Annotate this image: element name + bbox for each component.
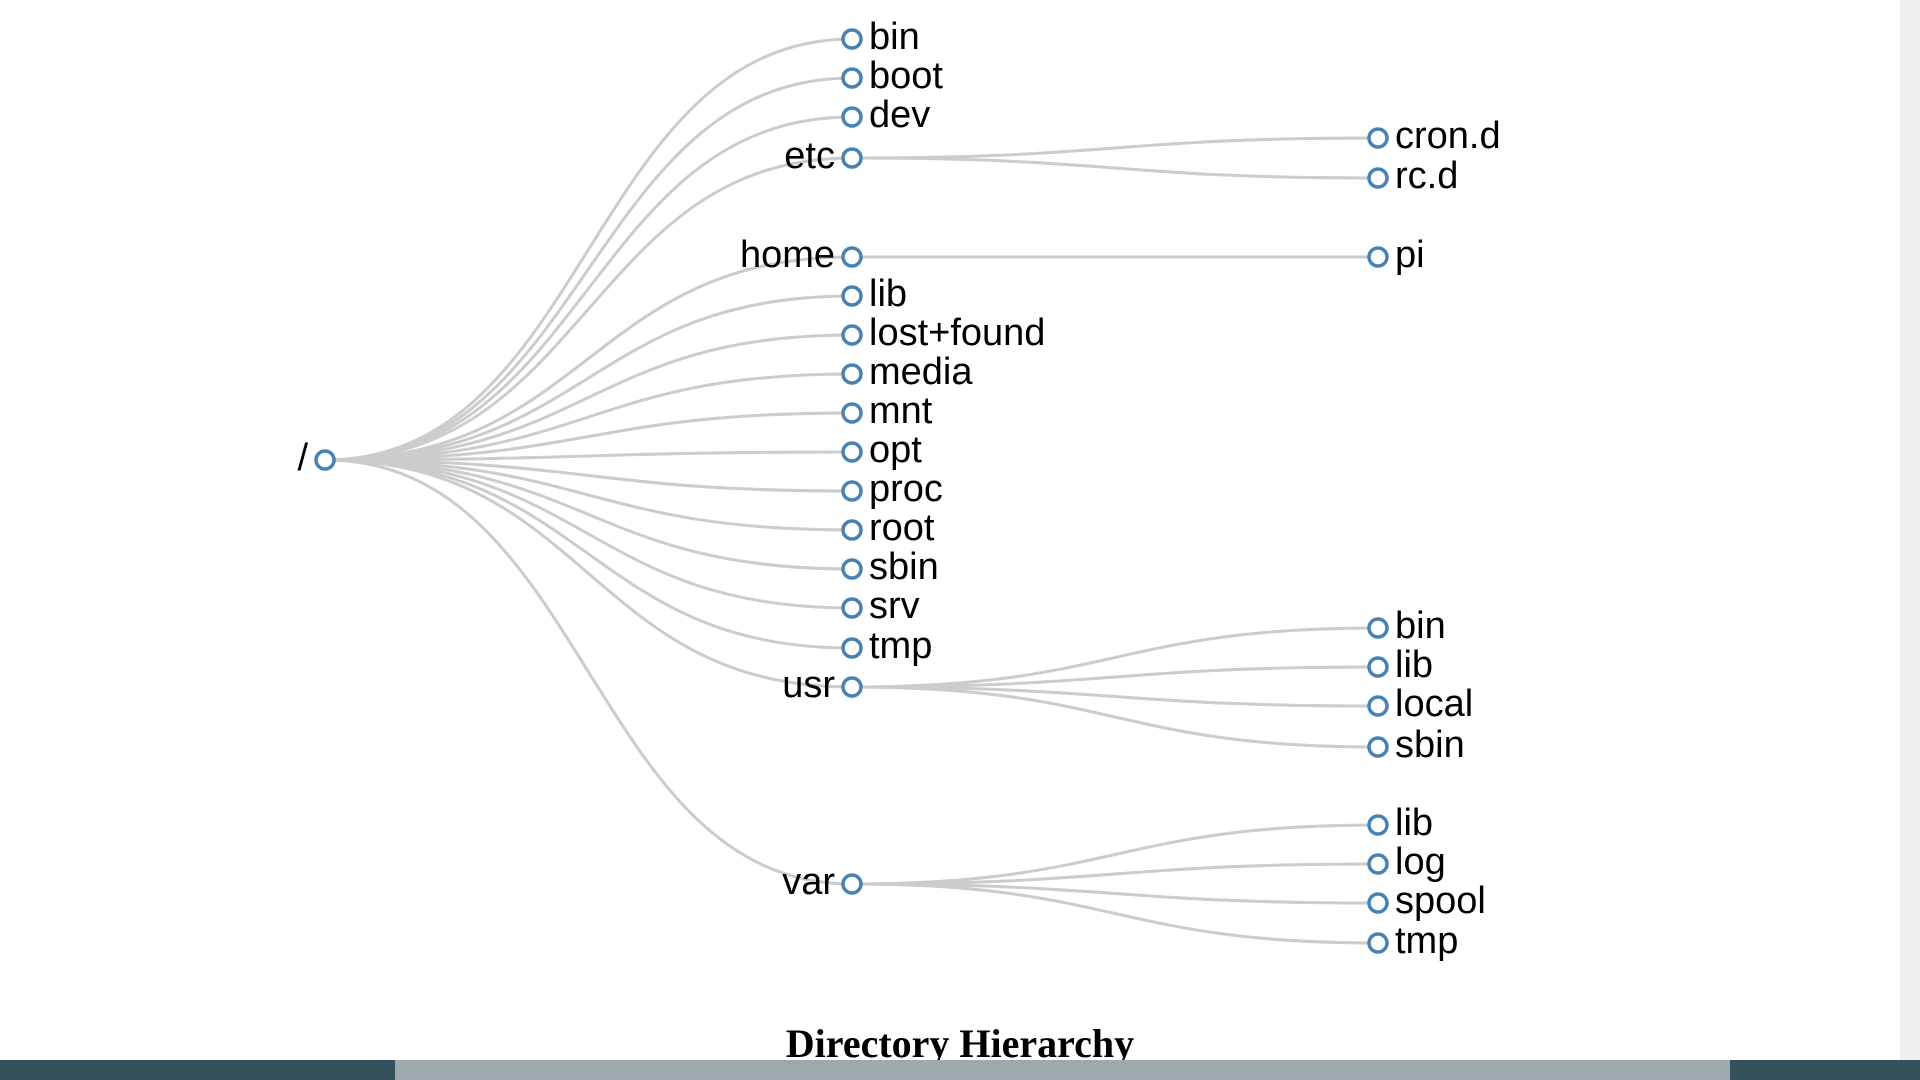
node-circle-icon bbox=[1369, 619, 1387, 637]
node-circle-icon bbox=[843, 560, 861, 578]
tree-node-root[interactable]: root bbox=[843, 507, 935, 549]
node-label: / bbox=[297, 437, 308, 479]
node-circle-icon bbox=[843, 875, 861, 893]
tree-node-srv[interactable]: srv bbox=[843, 585, 920, 627]
node-label: lib bbox=[1395, 644, 1433, 686]
tree-link bbox=[325, 460, 852, 530]
directory-tree[interactable]: /binbootdevetccron.drc.dhomepiliblost+fo… bbox=[0, 0, 1920, 1080]
node-circle-icon bbox=[1369, 169, 1387, 187]
tree-node-lib[interactable]: lib bbox=[1369, 644, 1433, 686]
node-circle-icon bbox=[843, 149, 861, 167]
node-circle-icon bbox=[843, 108, 861, 126]
tree-node-lib[interactable]: lib bbox=[1369, 802, 1433, 844]
node-circle-icon bbox=[843, 248, 861, 266]
node-label: root bbox=[869, 507, 935, 549]
tree-link bbox=[325, 460, 852, 608]
node-circle-icon bbox=[1369, 816, 1387, 834]
node-label: mnt bbox=[869, 390, 933, 432]
node-circle-icon bbox=[843, 443, 861, 461]
node-circle-icon bbox=[843, 326, 861, 344]
node-label: usr bbox=[782, 664, 835, 706]
node-circle-icon bbox=[843, 69, 861, 87]
tree-node-log[interactable]: log bbox=[1369, 841, 1446, 883]
node-label: home bbox=[740, 234, 835, 276]
node-label: lib bbox=[1395, 802, 1433, 844]
node-label: opt bbox=[869, 429, 922, 471]
node-label: tmp bbox=[869, 625, 932, 667]
node-circle-icon bbox=[843, 521, 861, 539]
tree-node-opt[interactable]: opt bbox=[843, 429, 922, 471]
tree-link bbox=[325, 460, 852, 648]
node-circle-icon bbox=[1369, 855, 1387, 873]
node-circle-icon bbox=[1369, 658, 1387, 676]
tree-node-spool[interactable]: spool bbox=[1369, 880, 1486, 922]
node-label: sbin bbox=[1395, 724, 1465, 766]
tree-node-local[interactable]: local bbox=[1369, 683, 1473, 725]
vertical-scrollbar[interactable] bbox=[1900, 0, 1920, 1080]
tree-node-rc-d[interactable]: rc.d bbox=[1369, 155, 1458, 197]
node-circle-icon bbox=[316, 451, 334, 469]
node-circle-icon bbox=[843, 404, 861, 422]
tree-node-mnt[interactable]: mnt bbox=[843, 390, 933, 432]
tree-node-lib[interactable]: lib bbox=[843, 273, 907, 315]
node-circle-icon bbox=[1369, 738, 1387, 756]
node-label: tmp bbox=[1395, 920, 1458, 962]
tree-node-tmp[interactable]: tmp bbox=[843, 625, 932, 667]
node-circle-icon bbox=[843, 365, 861, 383]
node-label: etc bbox=[784, 135, 835, 177]
node-label: log bbox=[1395, 841, 1446, 883]
tree-node-boot[interactable]: boot bbox=[843, 55, 943, 97]
tree-node-dev[interactable]: dev bbox=[843, 94, 930, 136]
node-label: var bbox=[782, 861, 835, 903]
tree-node-home[interactable]: home bbox=[740, 234, 861, 276]
node-circle-icon bbox=[843, 30, 861, 48]
tree-link bbox=[852, 158, 1378, 178]
node-label: local bbox=[1395, 683, 1473, 725]
tree-node-sbin[interactable]: sbin bbox=[843, 546, 939, 588]
tree-link bbox=[852, 138, 1378, 158]
tree-node-lost-found[interactable]: lost+found bbox=[843, 312, 1045, 354]
tree-node-etc[interactable]: etc bbox=[784, 135, 861, 177]
node-label: proc bbox=[869, 468, 943, 510]
node-label: dev bbox=[869, 94, 930, 136]
node-circle-icon bbox=[843, 678, 861, 696]
node-circle-icon bbox=[843, 482, 861, 500]
node-label: bin bbox=[1395, 605, 1446, 647]
node-label: sbin bbox=[869, 546, 939, 588]
tree-node-media[interactable]: media bbox=[843, 351, 973, 393]
node-circle-icon bbox=[843, 599, 861, 617]
tree-node-sbin[interactable]: sbin bbox=[1369, 724, 1465, 766]
horizontal-scrollbar-thumb[interactable] bbox=[395, 1060, 1730, 1080]
node-circle-icon bbox=[1369, 697, 1387, 715]
node-circle-icon bbox=[1369, 934, 1387, 952]
horizontal-scrollbar-track[interactable] bbox=[0, 1060, 1920, 1080]
tree-node-usr[interactable]: usr bbox=[782, 664, 861, 706]
tree-link bbox=[325, 460, 852, 884]
node-label: srv bbox=[869, 585, 920, 627]
node-circle-icon bbox=[1369, 894, 1387, 912]
tree-node-tmp[interactable]: tmp bbox=[1369, 920, 1458, 962]
node-label: lost+found bbox=[869, 312, 1045, 354]
tree-node--[interactable]: / bbox=[297, 437, 334, 479]
node-circle-icon bbox=[843, 287, 861, 305]
node-circle-icon bbox=[1369, 129, 1387, 147]
node-circle-icon bbox=[843, 639, 861, 657]
node-circle-icon bbox=[1369, 248, 1387, 266]
node-label: spool bbox=[1395, 880, 1486, 922]
node-label: rc.d bbox=[1395, 155, 1458, 197]
node-label: media bbox=[869, 351, 973, 393]
tree-link bbox=[325, 335, 852, 460]
node-label: lib bbox=[869, 273, 907, 315]
tree-node-proc[interactable]: proc bbox=[843, 468, 943, 510]
node-label: bin bbox=[869, 16, 920, 58]
tree-node-bin[interactable]: bin bbox=[1369, 605, 1446, 647]
node-label: boot bbox=[869, 55, 943, 97]
node-label: cron.d bbox=[1395, 115, 1501, 157]
tree-node-var[interactable]: var bbox=[782, 861, 861, 903]
node-label: pi bbox=[1395, 234, 1425, 276]
tree-node-bin[interactable]: bin bbox=[843, 16, 920, 58]
tree-node-cron-d[interactable]: cron.d bbox=[1369, 115, 1501, 157]
tree-node-pi[interactable]: pi bbox=[1369, 234, 1425, 276]
